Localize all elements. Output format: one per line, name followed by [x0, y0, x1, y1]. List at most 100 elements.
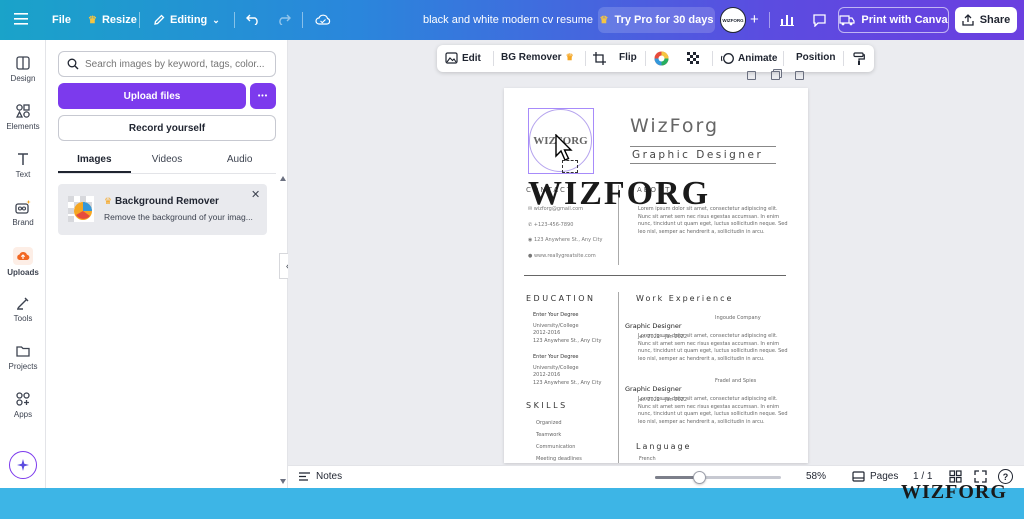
top-bar: File ♛ Resize Editing ⌄ black and white …: [0, 0, 1024, 40]
crop-button[interactable]: [593, 52, 606, 65]
redo-button[interactable]: [277, 13, 291, 25]
job-description: Lorem ipsum dolor sit amet, consectetur …: [638, 333, 788, 362]
lock-page-icon[interactable]: [747, 71, 756, 80]
undo-button[interactable]: [246, 13, 260, 25]
zoom-slider[interactable]: [655, 471, 781, 484]
scroll-up-arrow[interactable]: [280, 176, 286, 181]
cloud-save-icon[interactable]: [315, 13, 331, 25]
language-item: French: [639, 456, 656, 462]
cv-page[interactable]: WIZFORG WizForg Graphic Designer CONTACT…: [504, 88, 808, 463]
more-options-button[interactable]: •••: [250, 83, 276, 109]
background-remover-icon: [68, 196, 94, 222]
school: University/College: [533, 322, 579, 329]
globe-icon: ●: [528, 253, 533, 259]
insights-button[interactable]: [780, 13, 794, 26]
try-pro-button[interactable]: ♛ Try Pro for 30 days: [598, 7, 715, 33]
upload-files-button[interactable]: Upload files: [58, 83, 246, 109]
contact-website-text: www.reallygreatsite.com: [533, 253, 596, 259]
divider: [769, 12, 770, 28]
bg-card-title: Background Remover: [115, 196, 219, 207]
divider: [493, 51, 494, 66]
location-icon: ◉: [528, 237, 533, 243]
try-pro-label: Try Pro for 30 days: [614, 14, 714, 26]
add-collaborator-button[interactable]: +: [750, 11, 759, 28]
notes-icon: [299, 472, 310, 481]
tab-label: Audio: [226, 154, 253, 165]
background-remover-card[interactable]: ♛ Background Remover Remove the backgrou…: [58, 184, 267, 235]
resize-button[interactable]: ♛ Resize: [88, 14, 137, 26]
uploads-panel: Upload files ••• Record yourself Images …: [46, 40, 288, 488]
search-input[interactable]: [85, 58, 265, 70]
divider: [843, 51, 844, 66]
record-yourself-button[interactable]: Record yourself: [58, 115, 276, 141]
animate-button[interactable]: Animate: [721, 52, 777, 65]
editing-label: Editing: [170, 14, 208, 26]
comment-button[interactable]: [812, 13, 827, 27]
file-menu[interactable]: File: [52, 14, 71, 26]
rail-item-uploads[interactable]: Uploads: [0, 247, 46, 277]
skills-list: Organized Teamwork Communication Meeting…: [536, 417, 582, 463]
crown-icon: ♛: [599, 14, 609, 26]
file-label: File: [52, 14, 71, 26]
tab-images[interactable]: Images: [58, 148, 131, 173]
brand-icon: [15, 200, 31, 214]
pages-button[interactable]: Pages: [852, 471, 898, 482]
rail-label: Elements: [6, 122, 40, 131]
rail-label: Projects: [8, 362, 38, 371]
share-button[interactable]: Share: [955, 7, 1017, 33]
school: University/College: [533, 364, 579, 371]
skill-item: Organized: [536, 420, 562, 426]
edit-image-button[interactable]: Edit: [445, 52, 481, 64]
document-title[interactable]: black and white modern cv resume: [423, 14, 593, 26]
avatar[interactable]: WIZFORG: [720, 7, 746, 33]
position-label: Position: [796, 52, 836, 63]
rail-item-tools[interactable]: Tools: [0, 295, 46, 323]
truck-icon: [839, 15, 856, 26]
duplicate-page-icon[interactable]: [771, 71, 780, 80]
close-icon[interactable]: ✕: [251, 188, 260, 201]
cv-role: Graphic Designer: [632, 149, 764, 161]
rail-item-design[interactable]: Design: [0, 55, 46, 83]
scroll-down-arrow[interactable]: [280, 479, 286, 484]
panel-scrollbar[interactable]: [280, 176, 286, 486]
rail-item-brand[interactable]: Brand: [0, 199, 46, 227]
divider: [139, 12, 140, 28]
add-page-icon[interactable]: [795, 71, 804, 80]
notes-button[interactable]: Notes: [298, 471, 342, 482]
rail-item-elements[interactable]: Elements: [0, 103, 46, 131]
elements-icon: [15, 104, 30, 118]
color-wheel-icon: [654, 51, 669, 66]
column-divider: [618, 292, 619, 463]
rail-item-projects[interactable]: Projects: [0, 343, 46, 371]
skill-item: Meeting deadlines: [536, 456, 582, 462]
share-label: Share: [979, 14, 1011, 26]
rail-item-apps[interactable]: Apps: [0, 391, 46, 419]
zoom-level[interactable]: 58%: [806, 471, 826, 482]
comment-icon: [813, 14, 826, 27]
tab-audio[interactable]: Audio: [203, 148, 276, 173]
rail-label: Uploads: [7, 268, 39, 277]
rail-item-text[interactable]: Text: [0, 151, 46, 179]
tab-videos[interactable]: Videos: [131, 148, 204, 173]
skill-item: Teamwork: [536, 432, 562, 438]
magic-assistant-button[interactable]: [9, 451, 37, 479]
copy-style-button[interactable]: [853, 52, 865, 65]
flip-label: Flip: [619, 52, 637, 63]
color-filter-button[interactable]: [654, 51, 669, 66]
zoom-slider-thumb[interactable]: [693, 471, 707, 484]
transparency-button[interactable]: [687, 52, 700, 65]
record-label: Record yourself: [128, 122, 206, 134]
job-description: Lorem ipsum dolor sit amet, consectetur …: [638, 396, 788, 425]
editing-dropdown[interactable]: Editing ⌄: [153, 14, 220, 26]
flip-button[interactable]: Flip: [619, 52, 637, 63]
section-divider: [524, 275, 786, 276]
bg-remover-button[interactable]: BG Remover ♛: [501, 52, 574, 63]
rail-label: Tools: [13, 314, 33, 323]
position-button[interactable]: Position: [796, 52, 835, 63]
menu-icon[interactable]: [14, 13, 28, 25]
search-box[interactable]: [58, 51, 276, 77]
search-icon: [67, 58, 79, 70]
print-with-canva-button[interactable]: Print with Canva: [838, 7, 949, 33]
rail-label: Brand: [12, 218, 34, 227]
phone-icon: ✆: [528, 222, 533, 228]
